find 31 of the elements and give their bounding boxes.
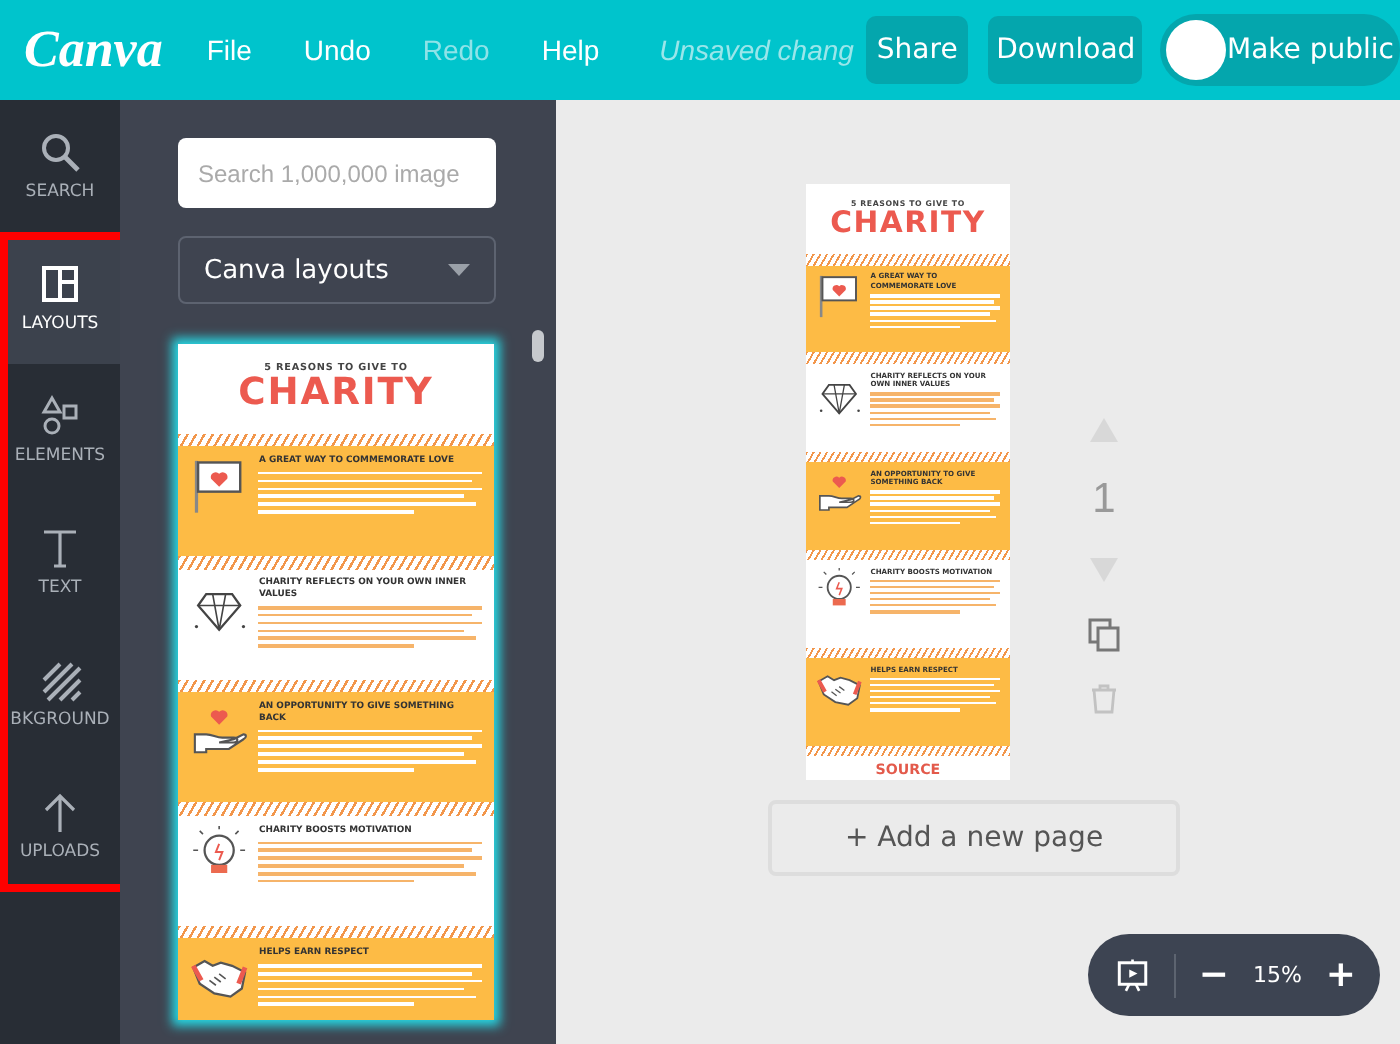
layouts-dropdown[interactable]: Canva layouts — [178, 236, 496, 304]
page-number: 1 — [1092, 476, 1116, 524]
save-status: Unsaved chang — [659, 34, 854, 66]
infographic-title: CHARITY — [830, 208, 986, 241]
text-icon — [38, 526, 82, 570]
shapes-icon — [38, 394, 82, 438]
sidebar-tab[interactable]: BKGROUND — [0, 628, 120, 760]
scrollbar-thumb[interactable] — [532, 330, 544, 362]
body-text-drawing — [870, 579, 1000, 614]
caret-icon — [448, 264, 470, 276]
body-text-drawing — [870, 294, 1000, 328]
search-field[interactable]: Search 1,000,000 image — [178, 138, 496, 208]
sidebar-tab[interactable]: SEARCH — [0, 100, 120, 232]
presentation-icon[interactable] — [1116, 953, 1150, 997]
body-text-drawing — [870, 677, 1000, 712]
body-text-drawing — [870, 392, 1000, 426]
zoom-in-button[interactable]: + — [1325, 954, 1356, 996]
heart-flag-icon — [816, 272, 863, 320]
sidebar-tab[interactable]: ELEMENTS — [0, 364, 120, 496]
zoom-out-button[interactable]: − — [1198, 954, 1229, 996]
layout-icon — [38, 262, 82, 306]
hatch-icon — [38, 658, 82, 702]
copy-icon[interactable] — [1085, 616, 1122, 652]
sidebar-tab[interactable]: UPLOADS — [0, 760, 120, 892]
infographic-title: CHARITY — [238, 374, 434, 416]
body-text-drawing — [870, 490, 1000, 524]
dropdown-value: Canva layouts — [204, 255, 389, 285]
sidebar-tab[interactable]: TEXT — [0, 496, 120, 628]
add-page-button[interactable]: + Add a new page — [768, 800, 1180, 876]
search-icon — [38, 130, 82, 174]
zoom-level: 15% — [1252, 962, 1302, 988]
